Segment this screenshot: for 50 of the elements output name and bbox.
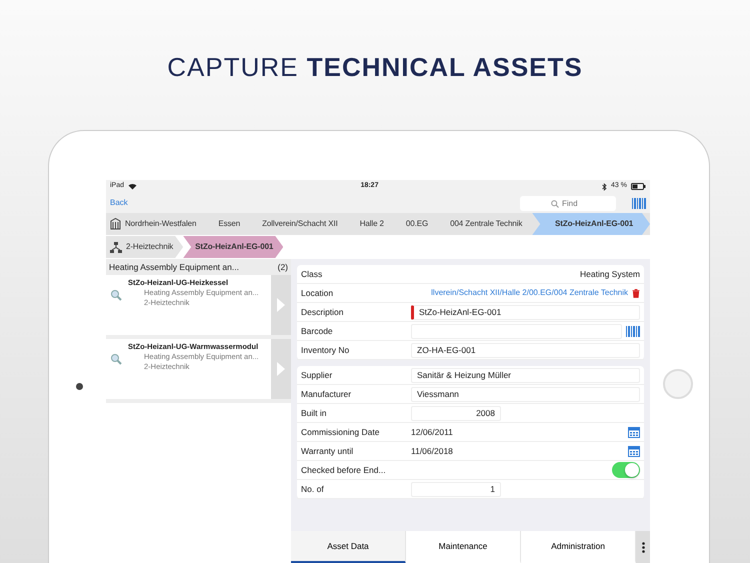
- hierarchy-icon: [110, 242, 122, 252]
- field-label: Built in: [301, 406, 328, 420]
- back-link[interactable]: Back: [110, 197, 128, 209]
- triangle-right-icon: [277, 298, 285, 312]
- breadcrumb-item[interactable]: StZo-HeizAnl-EG-001: [183, 236, 284, 258]
- bluetooth-icon: [602, 182, 608, 190]
- barcode-scan-icon[interactable]: [632, 198, 646, 208]
- camera-dot: [76, 383, 83, 390]
- more-button[interactable]: [636, 531, 650, 563]
- list-title: Heating Assembly Equipment an...: [109, 260, 239, 274]
- magnifier-icon: [110, 289, 122, 301]
- battery-icon: [630, 183, 646, 190]
- search-field[interactable]: Find: [520, 196, 616, 210]
- input-field[interactable]: 2008: [411, 406, 501, 420]
- field-label: Description: [301, 306, 345, 318]
- field-label: Barcode: [301, 324, 334, 338]
- calendar-icon[interactable]: [628, 426, 640, 438]
- trash-icon[interactable]: [632, 288, 640, 298]
- field-label: Commissioning Date: [301, 426, 380, 438]
- calendar-icon[interactable]: [628, 445, 640, 457]
- input-field[interactable]: StZo-HeizAnl-EG-001: [411, 304, 640, 320]
- input-field[interactable]: 1: [411, 482, 501, 496]
- search-icon: [551, 200, 559, 208]
- magnifier-icon: [110, 353, 122, 365]
- list-count: (2): [278, 260, 288, 274]
- tab[interactable]: Asset Data: [291, 531, 406, 563]
- date-value: 11/06/2018: [411, 444, 453, 458]
- input-field[interactable]: ZO-HA-EG-001: [411, 342, 640, 358]
- field-label: Inventory No: [301, 344, 350, 356]
- field-label: Supplier: [301, 368, 334, 382]
- input-field[interactable]: Sanitär & Heizung Müller: [411, 368, 640, 382]
- breadcrumb-item[interactable]: StZo-HeizAnl-EG-001: [532, 213, 650, 235]
- building-icon: [110, 218, 121, 230]
- barcode-scan-icon[interactable]: [626, 326, 640, 336]
- field-label: No. of: [301, 482, 325, 496]
- date-value: 12/06/2011: [411, 426, 453, 438]
- location-link[interactable]: llverein/Schacht XII/Halle 2/00.EG/004 Zentrale Technik: [411, 287, 628, 299]
- headline: CAPTURE TECHNICAL ASSETS: [166, 51, 584, 84]
- triangle-right-icon: [277, 362, 285, 376]
- field-value: Heating System: [580, 268, 640, 280]
- kebab-icon: [642, 542, 644, 553]
- field-label: Location: [301, 286, 334, 300]
- wifi-icon: [128, 183, 138, 190]
- field-label: Warranty until: [301, 444, 354, 458]
- field-label: Class: [301, 268, 324, 280]
- breadcrumb-item[interactable]: 2-Heiztechnik: [106, 236, 184, 258]
- input-field[interactable]: Viessmann: [411, 386, 640, 402]
- toggle-switch[interactable]: [612, 462, 640, 478]
- field-label: Checked before End...: [301, 464, 387, 476]
- field-label: Manufacturer: [301, 388, 352, 400]
